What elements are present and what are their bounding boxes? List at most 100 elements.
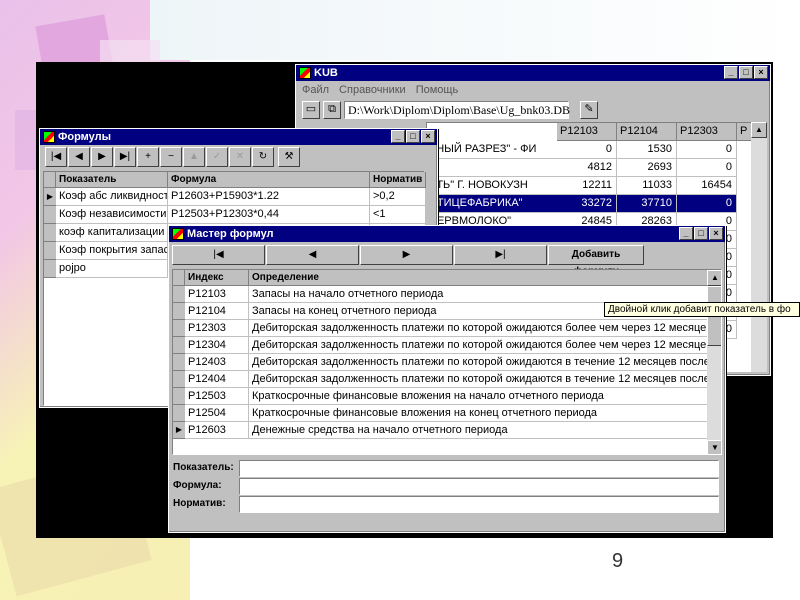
first-record-icon[interactable]: |◀	[172, 245, 265, 265]
column-header[interactable]: Индекс	[185, 270, 249, 286]
last-record-icon[interactable]: ▶|	[454, 245, 547, 265]
table-cell[interactable]: 4812	[557, 159, 617, 177]
close-button[interactable]: ×	[754, 66, 768, 79]
post-record-icon[interactable]: ✓	[206, 147, 228, 167]
table-row[interactable]: P12503 Краткосрочные финансовые вложения …	[173, 388, 709, 405]
table-cell[interactable]: Краткосрочные финансовые вложения на нач…	[249, 388, 709, 405]
table-cell[interactable]: Запасы на начало отчетного периода	[249, 286, 709, 303]
menu-references[interactable]: Справочники	[339, 84, 406, 96]
table-cell[interactable]: 16454	[677, 177, 737, 195]
table-row[interactable]: ПТИЦЕФАБРИКА" 33272 37710 0	[427, 195, 737, 213]
table-row[interactable]: 7481226930	[427, 159, 737, 177]
cancel-record-icon[interactable]: ✕	[229, 147, 251, 167]
table-cell[interactable]: P12104	[185, 303, 249, 320]
maximize-button[interactable]: □	[406, 130, 420, 143]
table-cell[interactable]: Коэф независимости	[56, 206, 168, 224]
table-cell[interactable]: 0	[677, 195, 737, 213]
table-cell[interactable]: P12603+P15903*1.22	[168, 188, 370, 206]
table-cell[interactable]: P12504	[185, 405, 249, 422]
copy-icon[interactable]: ⧉	[323, 101, 341, 119]
column-header[interactable]: P12303	[677, 123, 737, 141]
table-cell[interactable]: 11033	[617, 177, 677, 195]
table-cell[interactable]: P12304	[185, 337, 249, 354]
table-cell[interactable]: Коэф покрытия запас	[56, 242, 168, 260]
table-cell[interactable]: 1530	[617, 141, 677, 159]
tools-icon[interactable]: ⚒	[278, 147, 300, 167]
new-file-icon[interactable]: ▭	[302, 101, 320, 119]
enterprise-name-cell[interactable]: ЕТЬ" Г. НОВОКУЗН	[427, 177, 557, 195]
table-cell[interactable]: P12603	[185, 422, 249, 439]
table-cell[interactable]: >0,2	[370, 188, 426, 206]
formula-input[interactable]	[239, 478, 719, 495]
edit-record-icon[interactable]: ▲	[183, 147, 205, 167]
table-cell[interactable]: pojpo	[56, 260, 168, 278]
table-cell[interactable]: <1	[370, 206, 426, 224]
add-formula-button[interactable]: Добавить формулу	[548, 245, 644, 277]
column-header[interactable]: P12104	[617, 123, 677, 141]
table-row[interactable]: Коэф независимости P12503+P12303*0,44 <1	[44, 206, 426, 224]
table-row[interactable]: P12404 Дебиторская задолженность платежи …	[173, 371, 709, 388]
add-record-icon[interactable]: +	[137, 147, 159, 167]
table-cell[interactable]: 2693	[617, 159, 677, 177]
table-cell[interactable]: 0	[677, 159, 737, 177]
table-row[interactable]: ЬНЫЙ РАЗРЕЗ" - ФИ 0 1530 0	[427, 141, 737, 159]
table-cell[interactable]: 0	[677, 141, 737, 159]
table-row[interactable]: P12103 Запасы на начало отчетного периода	[173, 286, 709, 303]
minimize-button[interactable]: _	[679, 227, 693, 240]
enterprise-name-cell[interactable]: ЬНЫЙ РАЗРЕЗ" - ФИ	[427, 141, 557, 159]
table-cell[interactable]: P12403	[185, 354, 249, 371]
table-cell[interactable]: Коэф абс ликвидност	[56, 188, 168, 206]
indicator-input[interactable]	[239, 460, 719, 477]
kub-vertical-scrollbar[interactable]: ▲	[751, 122, 767, 372]
column-header[interactable]: Определение	[249, 270, 709, 286]
next-record-icon[interactable]: ▶	[360, 245, 453, 265]
table-row[interactable]: P12504 Краткосрочные финансовые вложения …	[173, 405, 709, 422]
maximize-button[interactable]: □	[739, 66, 753, 79]
path-input[interactable]: D:\Work\Diplom\Diplom\Base\Ug_bnk03.DB	[344, 101, 570, 119]
table-cell[interactable]: P12503	[185, 388, 249, 405]
indicators-grid[interactable]: Индекс Определение P12103 Запасы на начал…	[172, 269, 722, 455]
table-cell[interactable]: P12404	[185, 371, 249, 388]
column-header[interactable]: Формула	[168, 172, 370, 188]
close-button[interactable]: ×	[421, 130, 435, 143]
enterprise-name-cell[interactable]: 7	[427, 159, 557, 177]
minimize-button[interactable]: _	[391, 130, 405, 143]
table-row[interactable]: ЕТЬ" Г. НОВОКУЗН 12211 11033 16454	[427, 177, 737, 195]
table-cell[interactable]: P12503+P12303*0,44	[168, 206, 370, 224]
column-header[interactable]: P12103	[557, 123, 617, 141]
table-cell[interactable]: 12211	[557, 177, 617, 195]
scroll-up-icon[interactable]: ▲	[707, 270, 721, 286]
close-button[interactable]: ×	[709, 227, 723, 240]
table-cell[interactable]: Краткосрочные финансовые вложения на кон…	[249, 405, 709, 422]
menu-file[interactable]: Файл	[302, 84, 329, 96]
table-row[interactable]: ▶ P12603 Денежные средства на начало отчет…	[173, 422, 709, 439]
table-cell[interactable]: Дебиторская задолженность платежи по кот…	[249, 337, 709, 354]
prior-record-icon[interactable]: ◀	[68, 147, 90, 167]
next-record-icon[interactable]: ▶	[91, 147, 113, 167]
table-row[interactable]: P12304 Дебиторская задолженность платежи …	[173, 337, 709, 354]
refresh-icon[interactable]: ↻	[252, 147, 274, 167]
scroll-up-icon[interactable]: ▲	[751, 122, 767, 138]
minimize-button[interactable]: _	[724, 66, 738, 79]
norm-input[interactable]	[239, 496, 719, 513]
delete-record-icon[interactable]: −	[160, 147, 182, 167]
column-header[interactable]: Показатель	[56, 172, 168, 188]
table-cell[interactable]: 37710	[617, 195, 677, 213]
table-cell[interactable]: Дебиторская задолженность платежи по кот…	[249, 371, 709, 388]
menu-help[interactable]: Помощь	[416, 84, 459, 96]
wizard-vertical-scrollbar[interactable]: ▲ ▼	[707, 270, 721, 454]
table-cell[interactable]: Дебиторская задолженность платежи по кот…	[249, 354, 709, 371]
table-cell[interactable]: 0	[557, 141, 617, 159]
last-record-icon[interactable]: ▶|	[114, 147, 136, 167]
column-header[interactable]: Норматив	[370, 172, 426, 188]
table-cell[interactable]: Денежные средства на начало отчетного пе…	[249, 422, 709, 439]
prior-record-icon[interactable]: ◀	[266, 245, 359, 265]
enterprise-name-cell[interactable]: ПТИЦЕФАБРИКА"	[427, 195, 557, 213]
table-row[interactable]: P12403 Дебиторская задолженность платежи …	[173, 354, 709, 371]
table-cell[interactable]: P12103	[185, 286, 249, 303]
table-row[interactable]: P12303 Дебиторская задолженность платежи …	[173, 320, 709, 337]
scroll-down-icon[interactable]: ▼	[707, 440, 721, 454]
table-cell[interactable]: Дебиторская задолженность платежи по кот…	[249, 320, 709, 337]
maximize-button[interactable]: □	[694, 227, 708, 240]
first-record-icon[interactable]: |◀	[45, 147, 67, 167]
